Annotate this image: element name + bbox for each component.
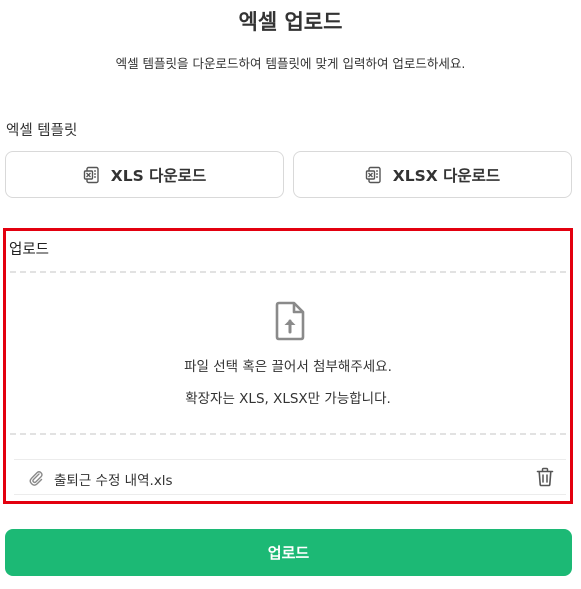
template-section-label: 엑셀 템플릿 [6,123,78,139]
xlsx-download-button[interactable]: XLSX 다운로드 [293,151,572,198]
attached-file-item: 출퇴근 수정 내역.xls [14,459,566,495]
trash-icon[interactable] [536,467,554,487]
upload-section-label: 업로드 [9,242,50,258]
xls-download-button[interactable]: XLS 다운로드 [5,151,284,198]
attached-file-name: 출퇴근 수정 내역.xls [54,473,173,489]
file-upload-icon [275,301,305,341]
page-subtitle: 엑셀 템플릿을 다운로드하여 템플릿에 맞게 입력하여 업로드하세요. [115,56,466,71]
dropzone-hint: 확장자는 XLS, XLSX만 가능합니다. [185,391,391,407]
xls-download-label: XLS 다운로드 [110,166,207,185]
excel-file-icon [83,166,99,183]
excel-upload-page: 엑셀 업로드 엑셀 템플릿을 다운로드하여 템플릿에 맞게 입력하여 업로드하세… [0,0,581,589]
upload-submit-button[interactable]: 업로드 [5,529,572,576]
xlsx-download-label: XLSX 다운로드 [392,166,501,185]
upload-section: 업로드 파일 선택 혹은 끌어서 첨부해주세요. 확장자는 XLS, XLSX만… [3,228,573,504]
page-title: 엑셀 업로드 [238,10,343,34]
excel-file-icon [365,166,381,183]
paperclip-icon [29,471,43,486]
file-dropzone[interactable]: 파일 선택 혹은 끌어서 첨부해주세요. 확장자는 XLS, XLSX만 가능합… [10,271,566,435]
dropzone-instruction: 파일 선택 혹은 끌어서 첨부해주세요. [184,359,392,375]
